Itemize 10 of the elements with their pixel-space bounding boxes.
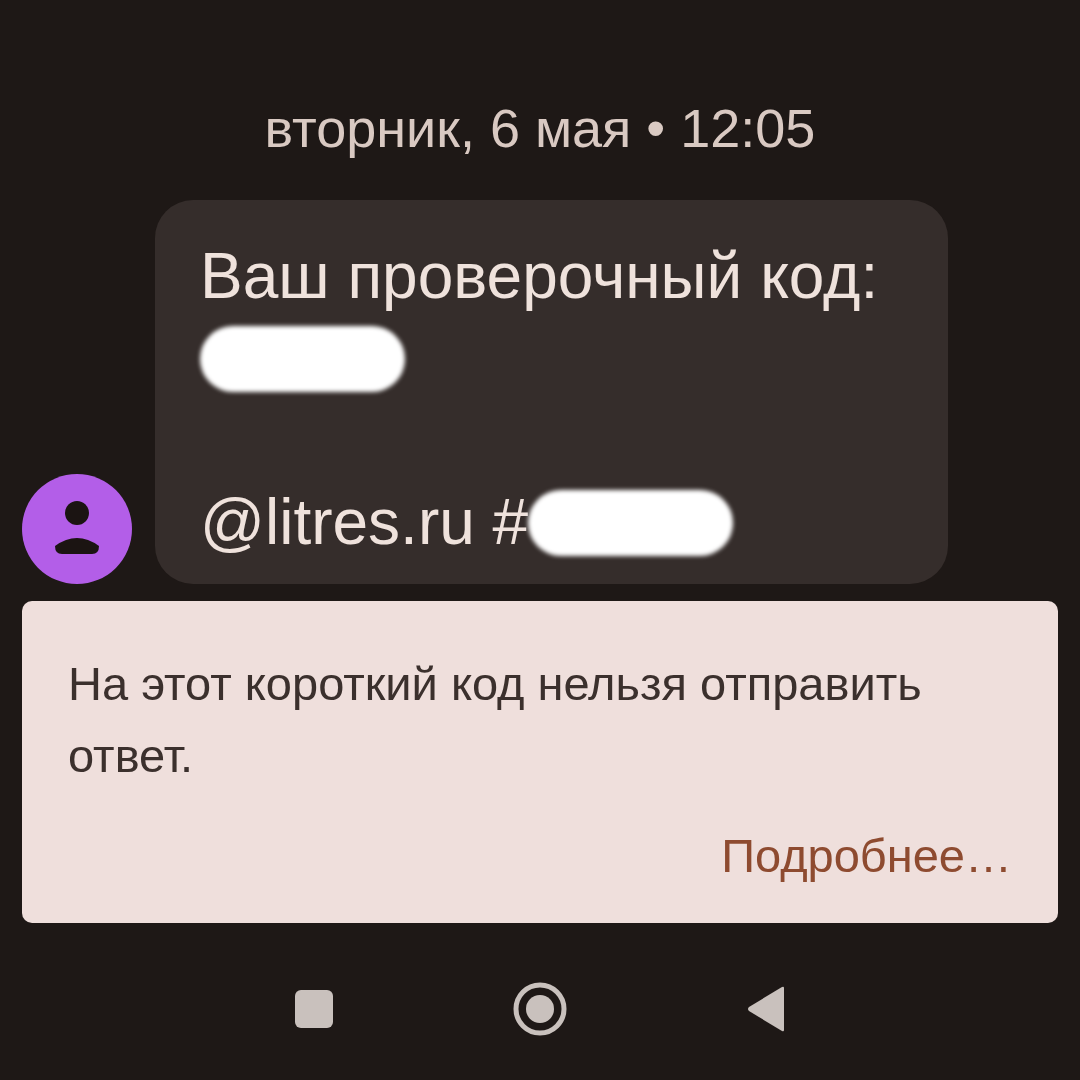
learn-more-link[interactable]: Подробнее… (721, 826, 1012, 886)
back-button[interactable] (746, 986, 786, 1032)
message-text: Ваш проверочный код: (200, 240, 879, 312)
message-text: @litres.ru # (200, 486, 529, 558)
home-button[interactable] (512, 981, 568, 1037)
recents-button[interactable] (294, 989, 334, 1029)
message-bubble[interactable]: Ваш проверочный код: @litres.ru # (155, 200, 948, 584)
avatar-icon[interactable] (22, 474, 132, 584)
notice-text: На этот короткий код нельзя отправить ответ. (68, 656, 923, 784)
message-timestamp: вторник, 6 мая • 12:05 (263, 97, 817, 160)
